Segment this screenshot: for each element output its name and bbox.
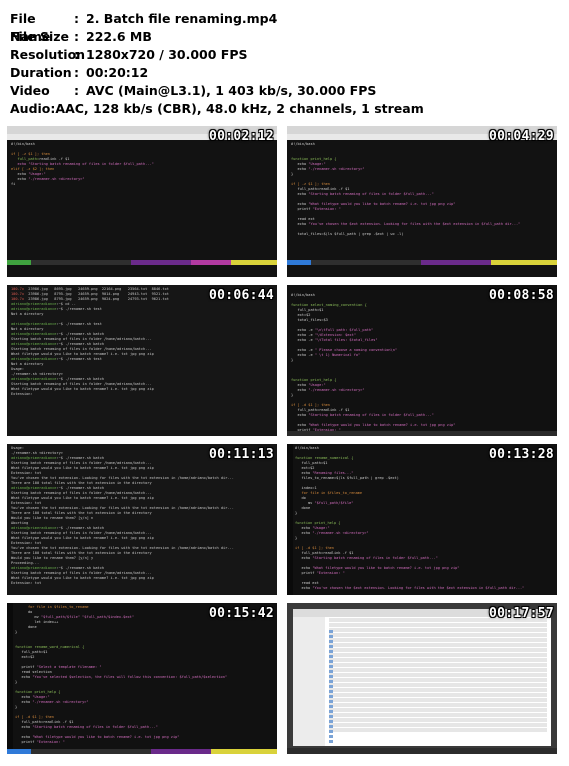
- info-row-file-size: File Size : 222.6 MB: [10, 28, 410, 46]
- timestamp: 00:17:57: [488, 606, 554, 621]
- timestamp: 00:04:29: [488, 129, 554, 144]
- taskbar: [287, 748, 557, 754]
- info-row-resolution: Resolution : 1280x720 / 30.000 FPS: [10, 46, 410, 64]
- timestamp: 00:02:12: [208, 129, 274, 144]
- file-manager-sidebar: [293, 617, 325, 746]
- terminal-output: Usage: ./renamer.sh <directory> adriano@…: [11, 446, 234, 585]
- timestamp: 00:11:13: [208, 447, 274, 462]
- info-value: 222.6 MB: [86, 29, 152, 44]
- info-value: 1280x720 / 30.000 FPS: [86, 47, 248, 62]
- info-colon: :: [74, 83, 79, 98]
- terminal-screen: #!/bin/bash function print_help { echo "…: [287, 140, 557, 277]
- info-key: Duration: [10, 65, 72, 80]
- info-value: AVC (Main@L3.1), 1 403 kb/s, 30.000 FPS: [86, 83, 377, 98]
- thumbnail-6[interactable]: #!/bin/bash function rename_numerical { …: [287, 444, 557, 595]
- info-key: Resolution: [10, 47, 86, 62]
- info-row-duration: Duration : 00:20:12: [10, 64, 410, 82]
- code-block: for file in $files_to_rename do mv "$ful…: [15, 605, 228, 754]
- info-key: Video: [10, 83, 50, 98]
- code-block: #!/bin/bash function rename_numerical { …: [295, 446, 525, 590]
- thumbnail-5[interactable]: Usage: ./renamer.sh <directory> adriano@…: [7, 444, 277, 595]
- info-row-audio: Audio : AAC, 128 kb/s (CBR), 48.0 kHz, 2…: [10, 100, 424, 118]
- timestamp: 00:06:44: [208, 288, 274, 303]
- terminal-screen: #!/bin/bash if [ -z $1 ]; then full_path…: [7, 140, 277, 277]
- code-block: #!/bin/bash function select_naming_conve…: [291, 293, 456, 432]
- code-block: #!/bin/bash function print_help { echo "…: [291, 142, 521, 236]
- thumbnail-1[interactable]: #!/bin/bash if [ -z $1 ]; then full_path…: [7, 126, 277, 277]
- vim-statusline: [287, 431, 557, 436]
- file-manager-list: [325, 617, 551, 746]
- info-colon: :: [74, 11, 79, 26]
- timestamp: 00:08:58: [488, 288, 554, 303]
- terminal-output: 100.7x 23986.jpg 8695.jpg 24659.png 2216…: [11, 287, 169, 396]
- info-row-video: Video : AVC (Main@L3.1), 1 403 kb/s, 30.…: [10, 82, 410, 100]
- editor-gutter: [7, 603, 13, 754]
- thumbnail-2[interactable]: #!/bin/bash function print_help { echo "…: [287, 126, 557, 277]
- timestamp: 00:15:42: [208, 606, 274, 621]
- vim-statusline: [287, 260, 557, 265]
- info-row-file-name: File Name : 2. Batch file renaming.mp4: [10, 10, 410, 44]
- file-info-panel: File Name : 2. Batch file renaming.mp4 F…: [10, 10, 424, 118]
- code-block: #!/bin/bash if [ -z $1 ]; then full_path…: [11, 142, 154, 186]
- thumbnail-4[interactable]: #!/bin/bash function select_naming_conve…: [287, 285, 557, 436]
- thumbnail-7[interactable]: for file in $files_to_rename do mv "$ful…: [7, 603, 277, 754]
- editor-gutter: [287, 444, 293, 595]
- info-colon: :: [74, 29, 79, 44]
- info-key: File Size: [10, 29, 69, 44]
- thumbnail-8[interactable]: 00:17:57: [287, 603, 557, 754]
- vim-statusline: [7, 260, 277, 265]
- info-value: 00:20:12: [86, 65, 149, 80]
- info-key: Audio: [10, 101, 51, 116]
- info-key: File Name: [10, 11, 51, 44]
- timestamp: 00:13:28: [488, 447, 554, 462]
- thumbnail-3[interactable]: 100.7x 23986.jpg 8695.jpg 24659.png 2216…: [7, 285, 277, 436]
- info-value: AAC, 128 kb/s (CBR), 48.0 kHz, 2 channel…: [55, 101, 424, 116]
- info-colon: :: [74, 65, 79, 80]
- info-colon: :: [74, 47, 79, 62]
- vim-statusline: [7, 749, 277, 754]
- info-value: 2. Batch file renaming.mp4: [86, 11, 278, 26]
